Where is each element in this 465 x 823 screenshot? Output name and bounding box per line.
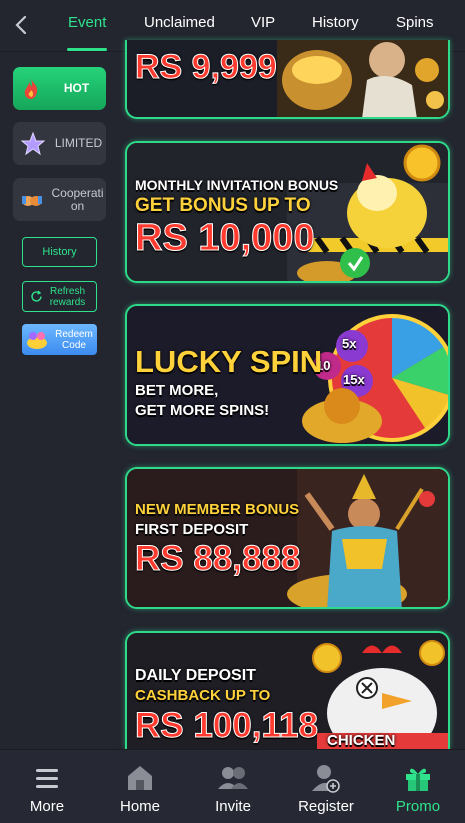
home-icon	[128, 766, 152, 790]
sidebar-item-cooperation[interactable]: Cooperati on	[13, 178, 106, 221]
tab-spins[interactable]: Spins	[396, 14, 434, 31]
nav-promo[interactable]: Promo	[378, 762, 458, 815]
banner-line2: GET BONUS UP TO	[135, 195, 311, 216]
chevron-left-icon	[15, 15, 27, 35]
banner-line2: CASHBACK UP TO	[135, 687, 271, 704]
nav-label: Register	[298, 798, 354, 815]
banner-line1: LUCKY SPIN	[135, 344, 323, 379]
promo-banner-1[interactable]: RS 9,999	[125, 40, 450, 119]
wheel-label-15x: 15x	[343, 372, 365, 387]
banner-amount: RS 88,888	[134, 539, 301, 579]
tab-unclaimed[interactable]: Unclaimed	[144, 14, 215, 31]
flame-icon	[24, 78, 38, 99]
banner-line1: MONTHLY INVITATION BONUS	[135, 177, 339, 193]
nav-label: Home	[119, 798, 160, 815]
nav-label: More	[29, 798, 65, 815]
banner-amount: RS 100,118	[135, 706, 319, 746]
handshake-icon	[22, 195, 42, 206]
promo-banner-lucky-spin[interactable]: 5x 10 15x LUCKY SPIN BET MORE, GET MORE …	[125, 304, 450, 446]
nav-register[interactable]: Register	[286, 762, 366, 815]
refresh-icon	[30, 290, 42, 302]
star-icon	[21, 131, 45, 155]
bottom-nav-bar: More Home Invite Register Promo	[0, 749, 465, 823]
refresh-label: Refresh rewards	[49, 285, 86, 308]
redeem-label: Redeem Code	[55, 328, 93, 351]
nav-label: Invite	[215, 798, 251, 815]
nav-invite[interactable]: Invite	[193, 762, 273, 815]
nav-home[interactable]: Home	[100, 762, 180, 815]
history-label: History	[42, 246, 77, 258]
sidebar-item-label: Cooperati on	[51, 185, 104, 213]
sidebar-item-hot[interactable]: HOT	[13, 67, 106, 110]
gift-code-icon	[27, 331, 47, 349]
back-button[interactable]	[8, 12, 34, 38]
redeem-code-button[interactable]: Redeem Code	[22, 324, 97, 355]
active-tab-indicator	[67, 48, 107, 51]
nav-more[interactable]: More	[7, 762, 87, 815]
wheel-label-5x: 5x	[342, 336, 357, 351]
banner-line2: BET MORE,	[135, 382, 219, 399]
sidebar-item-label: HOT	[63, 81, 90, 95]
tab-vip[interactable]: VIP	[251, 14, 275, 31]
tab-history[interactable]: History	[312, 14, 359, 31]
banner-line3: GET MORE SPINS!	[135, 402, 270, 419]
sidebar-item-limited[interactable]: LIMITED	[13, 122, 106, 165]
banner-line1: NEW MEMBER BONUS	[135, 501, 300, 518]
banner-tag: CHICKEN	[327, 732, 396, 749]
banner-amount: RS 9,999	[135, 48, 278, 87]
promo-banner-daily-deposit[interactable]: CHICKEN DAILY DEPOSIT CASHBACK UP TO RS …	[125, 631, 450, 749]
banner-line2: FIRST DEPOSIT	[135, 521, 249, 538]
sidebar-item-label: LIMITED	[54, 136, 103, 150]
nav-label: Promo	[395, 798, 441, 815]
user-add-icon	[312, 765, 340, 793]
history-button[interactable]: History	[22, 237, 97, 267]
tab-event[interactable]: Event	[68, 14, 106, 31]
promo-banner-monthly-invitation[interactable]: MONTHLY INVITATION BONUS GET BONUS UP TO…	[125, 141, 450, 283]
refresh-rewards-button[interactable]: Refresh rewards	[22, 281, 97, 312]
menu-icon	[36, 769, 58, 788]
promo-banner-new-member[interactable]: NEW MEMBER BONUS FIRST DEPOSIT RS 88,888	[125, 467, 450, 609]
banner-amount: RS 10,000	[135, 217, 316, 260]
banner-line1: DAILY DEPOSIT	[135, 667, 256, 684]
gift-icon	[406, 768, 430, 791]
banner-art	[277, 40, 448, 117]
users-icon	[218, 767, 248, 789]
